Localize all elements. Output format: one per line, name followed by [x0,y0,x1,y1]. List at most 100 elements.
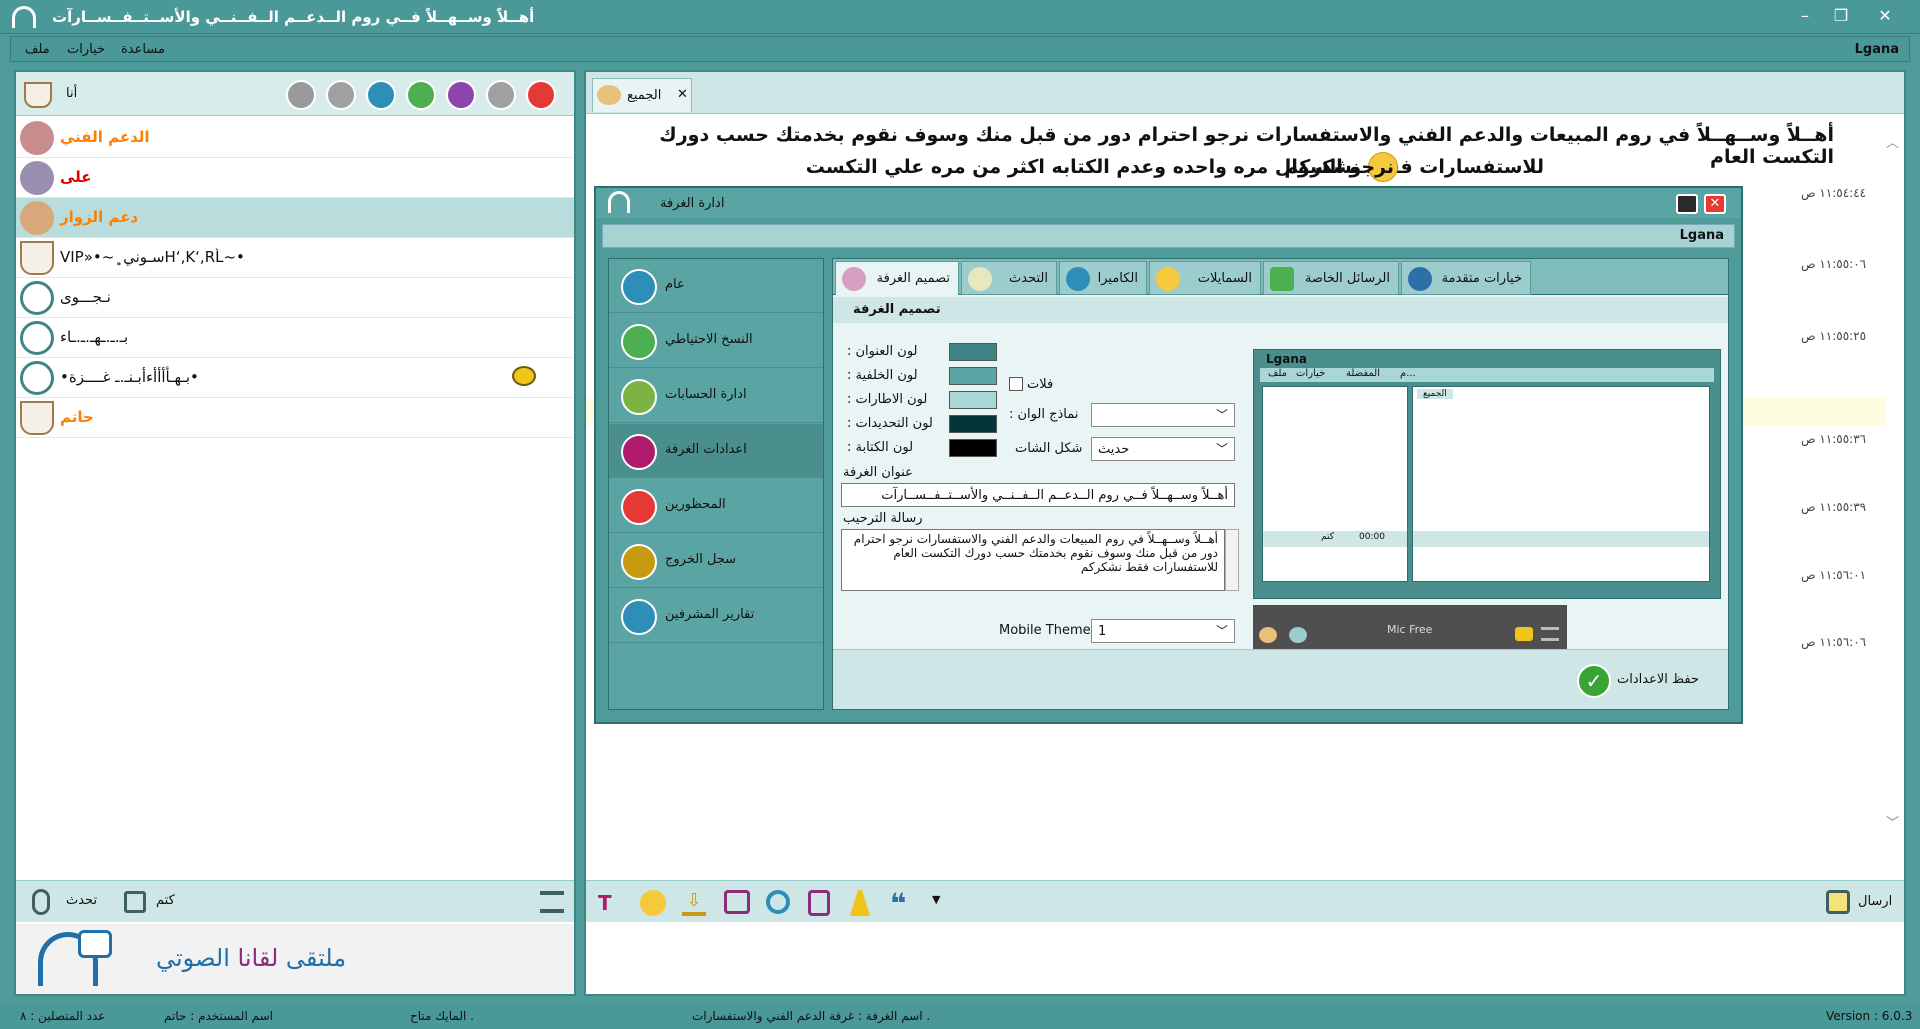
scroll-down-icon[interactable]: ﹀ [1886,812,1899,831]
dialog-minimize-button[interactable] [1676,194,1698,214]
nav-label: عام [665,277,685,292]
tab-label: تصميم الغرفة [876,271,950,286]
preview-speaker-icon [1289,627,1307,643]
nav-room-settings[interactable]: اعدادات الغرفة [609,424,823,478]
nav-label: ادارة الحسابات [665,387,747,402]
nav-general[interactable]: عام [609,259,823,313]
settings-sliders-icon[interactable] [540,891,564,913]
nav-banned[interactable]: المحظورين [609,479,823,533]
room-title-input[interactable]: أهــلاً وســهــلاً فــي روم الــدعــم ال… [841,483,1235,507]
tab-advanced-options[interactable]: خيارات متقدمة [1401,261,1531,295]
tools-icon[interactable] [526,80,556,110]
message-time: ١١:٥٦:٠١ ص [1801,568,1867,582]
ban-icon[interactable] [326,80,356,110]
mobile-theme-dropdown[interactable]: 1 ﹀ [1091,619,1235,643]
cup-icon [24,82,52,108]
user-row[interactable]: الدعم الفني [16,118,574,158]
menu-file[interactable]: ملف [25,42,50,57]
key-icon[interactable] [486,80,516,110]
microphone-icon[interactable] [32,889,50,915]
message-input[interactable] [586,924,1904,994]
nav-accounts[interactable]: ادارة الحسابات [609,369,823,423]
user-row[interactable]: نـجـــوى [16,278,574,318]
nav-backup[interactable]: النسخ الاحتياطي [609,314,823,368]
send-icon[interactable] [1826,890,1850,914]
banner-text: ملتقى لقانا الصوتي [156,944,346,972]
close-tab-icon[interactable]: ✕ [677,87,688,102]
clock-icon [621,324,657,360]
mute-speaker-icon[interactable] [124,891,146,913]
id-card-icon[interactable] [366,80,396,110]
scroll-up-icon[interactable]: ︿ [1886,132,1899,151]
preview-mute: كتم [1321,532,1334,542]
checkmark-icon[interactable]: ✓ [1577,664,1611,698]
save-settings-button[interactable]: حفظ الاعدادات [1617,672,1699,687]
tab-room-design[interactable]: تصميم الغرفة [835,261,959,295]
user-row[interactable]: VIP»•~سـوني﮼H‘,K‘,RL̀~• [16,238,574,278]
close-button[interactable]: ✕ [1872,4,1898,28]
message-time: ١١:٥٤:٤٤ ص [1801,186,1867,200]
chat-shape-dropdown[interactable]: حديث ﹀ [1091,437,1235,461]
download-icon[interactable]: ⇩ [682,890,706,916]
user-row[interactable]: •بـهـأأأأءأبـنـ.ـ غــــزة• [16,358,574,398]
nav-supervisor-reports[interactable]: تقارير المشرفين [609,589,823,643]
mute-button[interactable]: كتم [156,893,175,908]
text-format-icon[interactable]: T [598,891,622,915]
broom-icon[interactable] [850,890,870,916]
tab-smileys[interactable]: السمايلات [1149,261,1261,295]
gift-icon[interactable] [724,890,750,914]
flat-checkbox[interactable] [1009,377,1023,391]
user-row[interactable]: بـ.ـ.ـهـ.ـ.ـاء [16,318,574,358]
paint-bucket-icon [842,267,866,291]
log-icon [621,544,657,580]
tab-label: التحدث [1009,271,1048,286]
lock-icon[interactable] [808,890,830,916]
chat-logo-icon [78,930,112,958]
textarea-scrollbar[interactable] [1225,529,1239,591]
banner-word-2: لقانا [237,944,279,972]
chat-scrollbar[interactable]: ︿ ﹀ [1884,132,1900,832]
tab-talk[interactable]: التحدث [961,261,1057,295]
mobile-preview-bar: Mic Free [1253,605,1567,651]
user-name: على [60,168,92,186]
preview-menu-item: خيارات [1296,368,1326,379]
nav-exit-log[interactable]: سجل الخروج [609,534,823,588]
text-color-swatch[interactable] [949,439,997,457]
banner-word-3: الصوتي [156,944,230,972]
tab-private-messages[interactable]: الرسائل الخاصة [1263,261,1399,295]
theme-preview: Lgana ملف خيارات المفضلة م... كتم 00:00 … [1253,349,1721,599]
webcam-icon[interactable] [766,890,790,914]
chevron-down-icon[interactable]: ▼ [932,893,940,906]
send-button[interactable]: ارسال [1858,894,1892,909]
tab-all[interactable]: الجميع ✕ [592,78,692,112]
background-color-swatch[interactable] [949,367,997,385]
title-color-swatch[interactable] [949,343,997,361]
background-color-label: لون الخلفية : [847,368,918,383]
lightning-icon[interactable] [286,80,316,110]
talk-button[interactable]: تحدث [66,893,97,908]
menu-bar: ملف خيارات مساعدة Lgana [10,36,1910,62]
nav-label: سجل الخروج [665,552,737,567]
dialog-close-button[interactable]: ✕ [1704,194,1726,214]
user-row[interactable]: حاتم [16,398,574,438]
menu-help[interactable]: مساعدة [121,42,165,57]
menu-options[interactable]: خيارات [67,42,105,57]
user-row[interactable]: دعم الزوار [16,198,574,238]
room-management-dialog: ادارة الغرفة ✕ Lgana عام النسخ الاحتياطي… [594,186,1743,724]
quote-icon[interactable]: ❝ [890,887,906,920]
minimize-button[interactable]: – [1792,4,1818,28]
avatar [20,361,54,395]
avatar [20,161,54,195]
frames-color-swatch[interactable] [949,391,997,409]
emoji-icon[interactable] [640,890,666,916]
message-time: ١١:٥٥:٣٩ ص [1801,500,1867,514]
color-models-dropdown[interactable]: ﹀ [1091,403,1235,427]
broom-icon[interactable] [406,80,436,110]
welcome-message-textarea[interactable]: أهــلاً وســهــلاً في روم المبيعات والدع… [841,529,1225,591]
tab-camera[interactable]: الكاميرا [1059,261,1147,295]
megaphone-icon[interactable] [446,80,476,110]
user-row[interactable]: على [16,158,574,198]
restore-button[interactable]: ❐ [1828,4,1854,28]
selection-color-swatch[interactable] [949,415,997,433]
users-panel: أنا الدعم الفني على دعم الزوار VIP»•~سـو… [14,70,576,996]
